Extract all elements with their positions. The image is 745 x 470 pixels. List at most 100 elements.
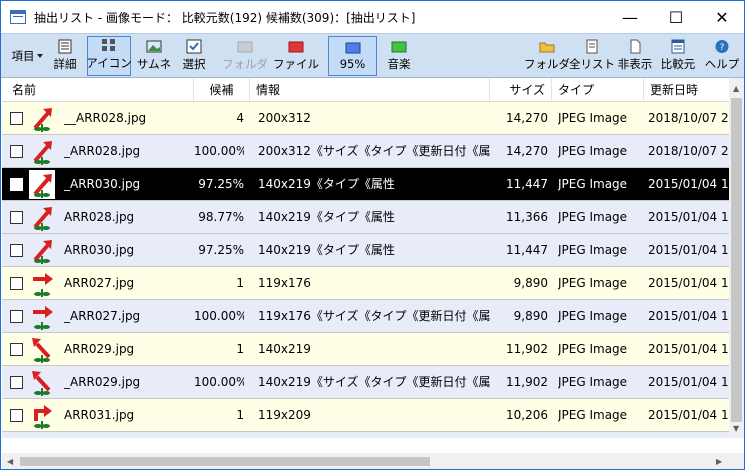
file-name: ARR030.jpg xyxy=(64,243,135,257)
table-row[interactable]: __ARR028.jpg 4 200x312 14,270 JPEG Image 2018… xyxy=(2,102,729,135)
table-row[interactable]: _ARR027.jpg 100.00% 119x176《サイズ《タイプ《更新日付《属… xyxy=(2,300,729,333)
svg-text:?: ? xyxy=(720,43,725,53)
size-value: 11,902 xyxy=(506,342,548,356)
scroll-left-icon[interactable]: ◀ xyxy=(7,457,13,466)
all-list-button[interactable]: 全リスト xyxy=(569,36,615,76)
column-header-size[interactable]: サイズ xyxy=(490,78,552,102)
date-value: 2015/01/04 1:12 xyxy=(648,210,729,224)
arrow-thumbnail-icon xyxy=(33,273,53,297)
thumbnail-view-button[interactable]: サムネ xyxy=(136,36,172,76)
all-list-icon xyxy=(586,39,598,54)
table-row[interactable]: ARR027.jpg 1 119x176 9,890 JPEG Image 2015/01… xyxy=(2,267,729,300)
candidate-value: 4 xyxy=(236,111,244,125)
column-header-info[interactable]: 情報 xyxy=(250,78,490,102)
select-check-icon xyxy=(186,39,202,54)
vertical-scrollbar[interactable]: ▲ ▼ xyxy=(729,78,744,438)
row-checkbox[interactable] xyxy=(10,409,23,422)
thumbnail-view-label: サムネ xyxy=(136,57,172,71)
open-folder-label: フォルダ xyxy=(524,57,570,71)
window-title: 抽出リスト - 画像モード： 比較元数(192) 候補数(309)：[抽出リスト… xyxy=(34,10,416,25)
row-checkbox[interactable] xyxy=(10,376,23,389)
similarity-threshold-button[interactable]: 95% xyxy=(328,36,377,76)
row-checkbox[interactable] xyxy=(10,310,23,323)
file-name: _ARR031.jpg xyxy=(64,432,192,438)
open-folder-button[interactable]: フォルダ xyxy=(524,36,570,76)
table-row[interactable]: ARR030.jpg 97.25% 140x219《タイプ《属性 11,447 JPEG… xyxy=(2,234,729,267)
size-value: 10,206 xyxy=(506,408,548,422)
file-filter-button[interactable]: ファイル xyxy=(273,36,319,76)
help-icon: ? xyxy=(715,40,729,53)
icon-view-label: アイコン xyxy=(86,56,132,70)
type-value: JPEG Image xyxy=(558,177,628,191)
date-value: 2015/01/04 1:12 xyxy=(648,177,729,191)
columns-menu-button[interactable]: 項目 xyxy=(3,36,43,76)
date-value: 2015/01/04 1:12 xyxy=(648,408,729,422)
column-header-date[interactable]: 更新日時 xyxy=(644,78,729,102)
hide-button[interactable]: 非表示 xyxy=(615,36,655,76)
table-row[interactable]: _ARR030.jpg 97.25% 140x219《タイプ《属性 11,447 JPE… xyxy=(2,168,729,201)
arrow-thumbnail-icon xyxy=(29,434,55,438)
music-filter-button[interactable]: 音楽 xyxy=(381,36,417,76)
info-value: 119x209 xyxy=(258,408,311,422)
info-value: 119x176《サイズ《タイプ《更新日付《属性《画像 xyxy=(258,309,490,323)
maximize-button[interactable]: ☐ xyxy=(653,1,699,33)
column-header-type[interactable]: タイプ xyxy=(552,78,644,102)
folder-filter-label: フォルダ xyxy=(222,57,268,71)
h-scrollbar-thumb[interactable] xyxy=(20,457,430,466)
file-filter-label: ファイル xyxy=(273,57,319,71)
folder-icon xyxy=(237,41,253,53)
minimize-button[interactable]: — xyxy=(607,1,653,33)
arrow-thumbnail-icon xyxy=(32,371,51,396)
title-bar[interactable]: 抽出リスト - 画像モード： 比較元数(192) 候補数(309)：[抽出リスト… xyxy=(1,1,744,33)
file-name: __ARR028.jpg xyxy=(64,111,147,125)
similarity-threshold-label: 95% xyxy=(339,57,366,71)
arrow-thumbnail-icon xyxy=(33,306,53,330)
table-row[interactable]: _ARR031.jpg100.00% 119x209《サイズ《タイプ《更新日付《属… xyxy=(2,432,729,438)
details-view-icon xyxy=(58,39,72,54)
icon-view-icon xyxy=(102,39,115,51)
scrollbar-corner xyxy=(729,453,744,469)
table-row[interactable]: ARR029.jpg 1 140x219 11,902 JPEG Image 2015/0… xyxy=(2,333,729,366)
scroll-down-icon[interactable]: ▼ xyxy=(733,424,739,433)
row-checkbox[interactable] xyxy=(10,145,23,158)
details-view-button[interactable]: 詳細 xyxy=(49,36,81,76)
source-list-button[interactable]: 比較元 xyxy=(657,36,699,76)
size-value: 11,447 xyxy=(506,243,548,257)
row-checkbox[interactable] xyxy=(10,277,23,290)
file-name: _ARR029.jpg xyxy=(64,375,141,389)
candidate-value: 1 xyxy=(236,408,244,422)
table-row[interactable]: _ARR029.jpg 100.00% 140x219《サイズ《タイプ《更新日付《属… xyxy=(2,366,729,399)
arrow-thumbnail-icon xyxy=(33,141,52,165)
row-checkbox[interactable] xyxy=(10,211,23,224)
table-row[interactable]: ARR028.jpg 98.77% 140x219《タイプ《属性 11,366 JPEG… xyxy=(2,201,729,234)
help-button[interactable]: ? ヘルプ xyxy=(703,36,741,76)
row-checkbox[interactable] xyxy=(10,244,23,257)
scroll-up-icon[interactable]: ▲ xyxy=(733,84,739,93)
horizontal-scrollbar[interactable]: ◀ ▶ xyxy=(2,453,729,469)
size-value: 9,890 xyxy=(513,309,548,323)
scrollbar-thumb[interactable] xyxy=(731,98,742,422)
table-row[interactable]: _ARR028.jpg 100.00% 200x312《サイズ《タイプ《更新日付《属… xyxy=(2,135,729,168)
row-checkbox[interactable] xyxy=(10,178,23,191)
hide-page-icon xyxy=(630,39,641,54)
close-button[interactable]: ✕ xyxy=(699,1,744,33)
date-value: 2015/01/04 1:12 xyxy=(648,375,729,389)
info-value: 140x219《サイズ《タイプ《更新日付《属性《画像 xyxy=(258,375,490,389)
file-name: _ARR028.jpg xyxy=(64,144,141,158)
row-checkbox[interactable] xyxy=(10,112,23,125)
chevron-down-icon xyxy=(37,54,43,58)
table-row[interactable]: ARR031.jpg 1 119x209 10,206 JPEG Image 2015/0… xyxy=(2,399,729,432)
row-checkbox[interactable] xyxy=(10,343,23,356)
size-value: 9,890 xyxy=(513,276,548,290)
select-button[interactable]: 選択 xyxy=(177,36,211,76)
folder-filter-button[interactable]: フォルダ xyxy=(222,36,268,76)
column-header-name[interactable]: 名前 xyxy=(2,78,194,102)
music-filter-label: 音楽 xyxy=(387,57,411,71)
info-value: 140x219《タイプ《属性 xyxy=(258,177,395,191)
icon-view-button[interactable]: アイコン xyxy=(86,36,132,76)
column-header-candidate[interactable]: 候補 xyxy=(194,78,250,102)
type-value: JPEG Image xyxy=(558,432,642,438)
size-value: 11,447 xyxy=(506,177,548,191)
app-list-icon xyxy=(10,10,26,24)
scroll-right-icon[interactable]: ▶ xyxy=(716,457,722,466)
